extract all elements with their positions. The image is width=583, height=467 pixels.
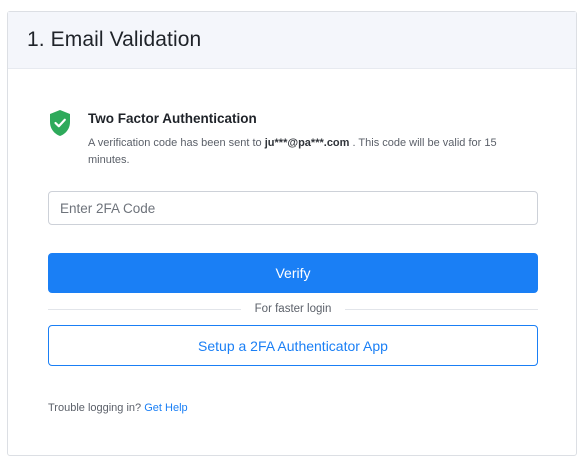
- two-factor-title: Two Factor Authentication: [88, 111, 257, 126]
- 2fa-code-input[interactable]: [48, 191, 538, 225]
- help-text: Trouble logging in?: [48, 402, 142, 414]
- help-row: Trouble logging in? Get Help: [48, 402, 188, 414]
- setup-authenticator-button[interactable]: Setup a 2FA Authenticator App: [48, 325, 538, 366]
- divider-line-left: [48, 308, 241, 310]
- email-validation-card: 1. Email Validation Two Factor Authentic…: [7, 11, 577, 456]
- two-factor-text: Two Factor Authentication A verification…: [88, 109, 528, 169]
- get-help-link[interactable]: Get Help: [144, 402, 187, 414]
- verify-button[interactable]: Verify: [48, 253, 538, 293]
- divider: For faster login: [48, 301, 539, 317]
- page-title: 1. Email Validation: [27, 28, 202, 51]
- description-prefix: A verification code has been sent to: [88, 137, 265, 149]
- card-header: 1. Email Validation: [8, 12, 576, 69]
- divider-label: For faster login: [254, 303, 332, 315]
- two-factor-notice: Two Factor Authentication A verification…: [48, 109, 538, 169]
- divider-line-right: [345, 308, 539, 310]
- masked-email: ju***@pa***.com: [264, 137, 350, 149]
- shield-check-icon: [48, 109, 72, 137]
- two-factor-description: A verification code has been sent to ju*…: [88, 135, 528, 169]
